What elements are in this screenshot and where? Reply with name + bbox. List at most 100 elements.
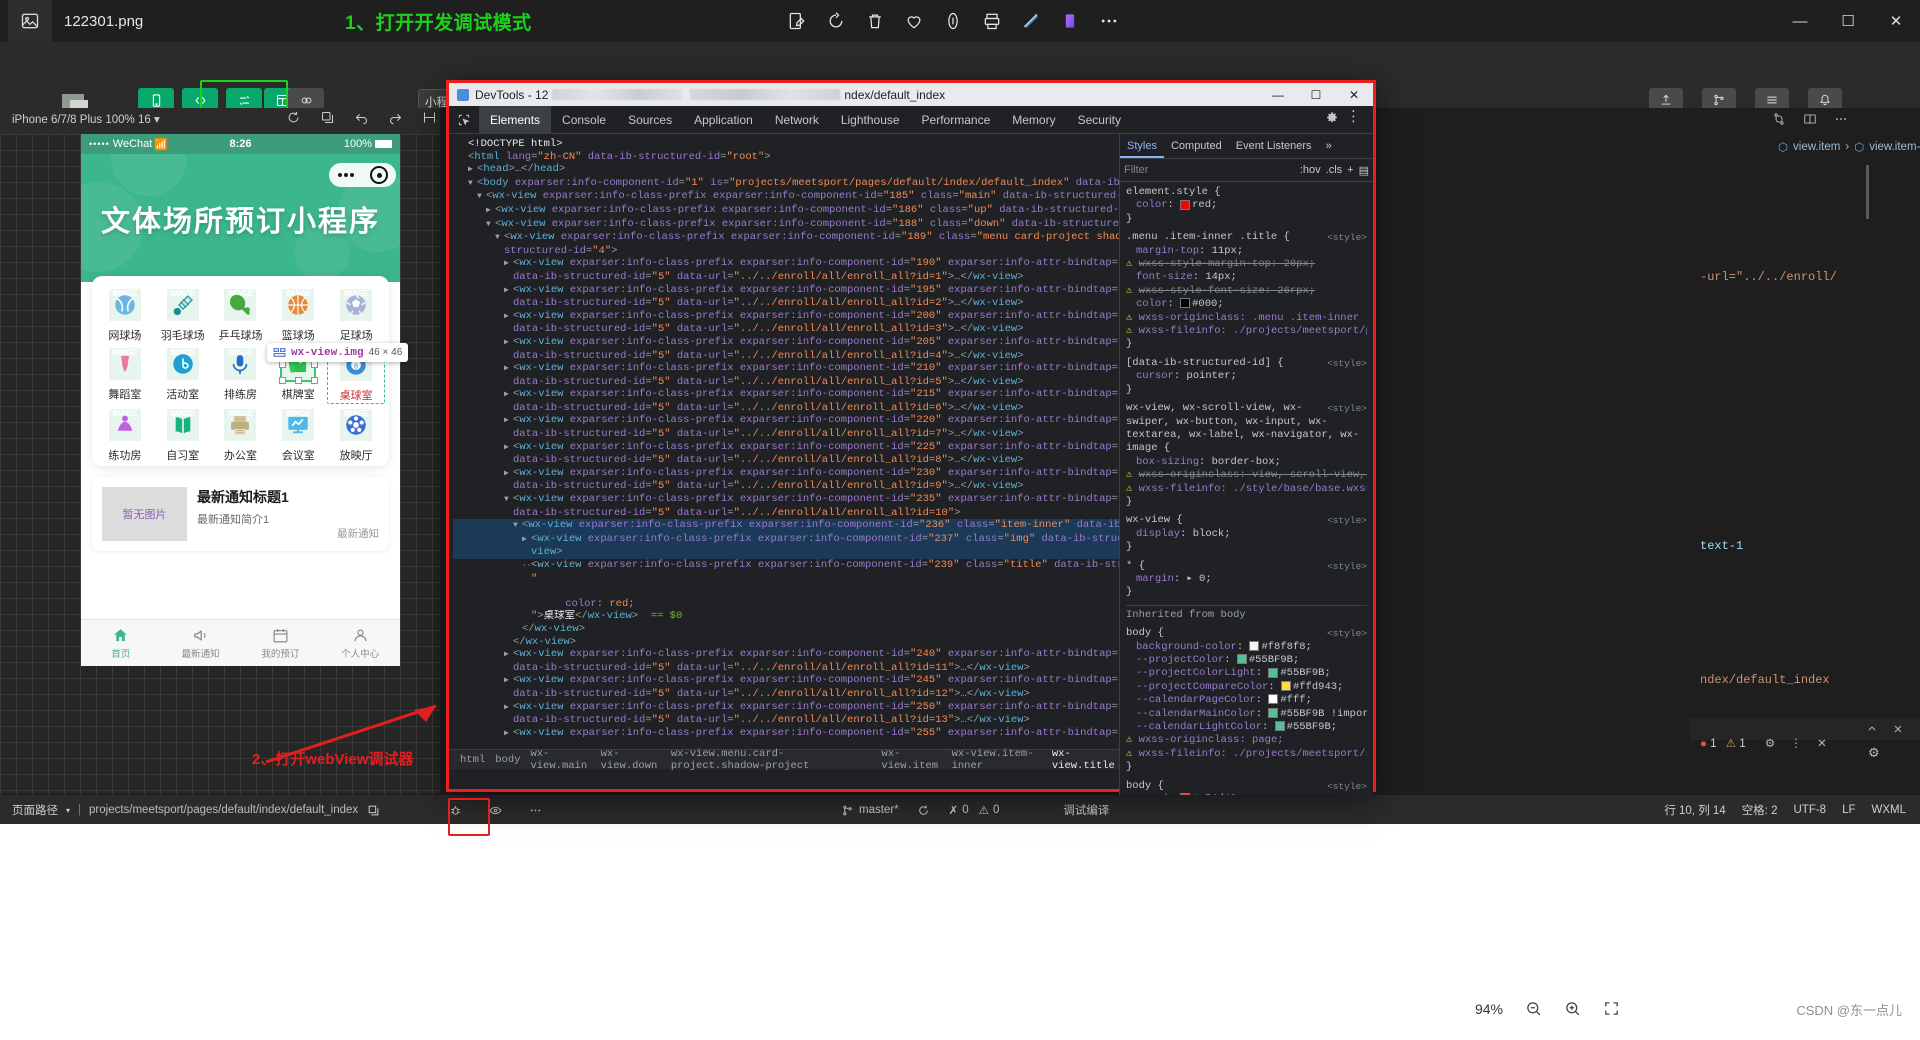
css-selector[interactable]: <style> body { [1126, 627, 1367, 640]
expand-arrow-icon[interactable]: ▶ [504, 311, 513, 324]
css-declaration[interactable]: margin: ▸ 0; [1126, 573, 1367, 586]
css-property[interactable]: font-size [1136, 271, 1193, 283]
color-swatch[interactable] [1280, 681, 1291, 692]
devtools-minimize-button[interactable]: — [1259, 83, 1297, 106]
css-declaration[interactable]: --calendarPageColor: #fff; [1126, 694, 1367, 707]
css-declaration[interactable]: --projectCompareColor: #ffd943; [1126, 681, 1367, 694]
favorite-icon[interactable] [903, 10, 925, 32]
dom-line[interactable]: ▶ <wx-view exparser:info-class-prefix exp… [453, 204, 1122, 218]
dom-line[interactable]: ▶ <wx-view exparser:info-class-prefix exp… [453, 441, 1122, 455]
css-rule[interactable]: Inherited from body [1126, 604, 1367, 622]
dom-line[interactable]: ">桌球室</wx-view> == $0 [453, 610, 1122, 623]
zoom-in-icon[interactable] [1564, 1000, 1581, 1017]
info-icon[interactable] [942, 10, 964, 32]
css-declaration[interactable]: color: #000; [1126, 298, 1367, 311]
css-value[interactable]: #55BF9B !important [1280, 708, 1367, 720]
styles-tab-styles[interactable]: Styles [1120, 134, 1164, 158]
devtools-tab-performance[interactable]: Performance [911, 106, 1002, 134]
css-rule[interactable]: <style> [data-ib-structured-id] {cursor: … [1126, 357, 1367, 397]
color-swatch[interactable] [1236, 654, 1247, 665]
git-branch-label[interactable]: master* [859, 804, 899, 816]
dom-line[interactable]: ▶ <wx-view exparser:info-class-prefix exp… [453, 336, 1122, 350]
expand-arrow-icon[interactable]: ▼ [486, 219, 495, 232]
css-property[interactable]: box-sizing [1136, 456, 1199, 468]
css-rule[interactable]: <style> .menu .item-inner .title {margin-… [1126, 231, 1367, 352]
expand-arrow-icon[interactable]: ▼ [468, 178, 477, 191]
css-source-link[interactable]: <style> [1327, 402, 1367, 415]
devtools-tab-elements[interactable]: Elements [479, 105, 552, 134]
print-icon[interactable] [981, 10, 1003, 32]
css-selector[interactable]: <style> .menu .item-inner .title { [1126, 231, 1367, 244]
more-icon[interactable] [1098, 10, 1120, 32]
css-value[interactable]: pointer [1186, 370, 1230, 382]
encoding-label[interactable]: UTF-8 [1793, 804, 1826, 816]
dom-line[interactable]: ▶ <wx-view exparser:info-class-prefix exp… [453, 701, 1122, 715]
dom-breadcrumb-item[interactable]: wx-view.main [525, 748, 595, 772]
css-declaration[interactable]: --red: #e54d42; [1126, 793, 1367, 795]
editor-code-fragments[interactable]: -url="../../enroll/ text-1 ndex/default_… [1700, 170, 1920, 709]
styles-tab-event-listeners[interactable]: Event Listeners [1229, 134, 1319, 158]
close-mini-program-icon[interactable] [370, 166, 389, 184]
dom-breadcrumb-item[interactable]: wx-view.title [1047, 748, 1122, 772]
css-rule[interactable]: <style>body {--red: #e54d42;--orange: #f… [1126, 780, 1367, 795]
css-property[interactable]: display [1136, 528, 1180, 540]
dom-line[interactable]: ▶ <wx-view exparser:info-class-prefix exp… [453, 414, 1122, 428]
tab-最新通知[interactable]: 最新通知 [161, 620, 241, 666]
css-source-link[interactable]: <style> [1327, 514, 1367, 527]
dom-line[interactable]: ▶ <wx-view exparser:info-class-prefix exp… [453, 310, 1122, 324]
breadcrumb-item-1[interactable]: view.item-inn… [1869, 141, 1920, 153]
css-property[interactable]: color [1136, 199, 1168, 211]
dom-line[interactable]: ▶ <wx-view exparser:info-class-prefix exp… [453, 388, 1122, 402]
css-declaration[interactable]: --projectColorLight: #55BF9B; [1126, 667, 1367, 680]
devtools-tab-application[interactable]: Application [683, 106, 764, 134]
new-style-rule-button[interactable]: + [1347, 164, 1353, 176]
color-swatch[interactable] [1268, 707, 1279, 718]
css-selector[interactable]: <style> body { [1126, 780, 1367, 793]
menu-item-练功房[interactable]: IMAGE 练功房 [96, 406, 154, 463]
dom-line[interactable]: ▶ <wx-view exparser:info-class-prefix exp… [453, 467, 1122, 481]
dom-line[interactable]: ···<wx-view exparser:info-class-prefix e… [453, 559, 1122, 573]
css-declaration[interactable]: font-size: 14px; [1126, 271, 1367, 284]
expand-arrow-icon[interactable]: ▶ [468, 164, 477, 177]
expand-arrow-icon[interactable]: ▶ [504, 389, 513, 402]
dom-line[interactable] [453, 585, 1122, 598]
expand-arrow-icon[interactable]: ▶ [504, 468, 513, 481]
css-source-link[interactable]: <style> [1327, 627, 1367, 640]
editor-breadcrumb[interactable]: ⬡ view.item › ⬡ view.item-inn… [1778, 140, 1920, 154]
dom-line[interactable]: ▶ <wx-view exparser:info-class-prefix exp… [453, 532, 1122, 547]
dom-breadcrumb-item[interactable]: wx-view.item [876, 748, 946, 772]
devtools-tab-network[interactable]: Network [764, 106, 830, 134]
resize-handle[interactable] [311, 361, 319, 368]
css-property[interactable]: margin-top [1136, 245, 1199, 257]
css-selector[interactable]: element.style { [1126, 186, 1367, 199]
dom-line[interactable]: data-ib-structured-id="5" data-url="../.… [453, 271, 1122, 284]
dom-line[interactable]: ▼ <wx-view exparser:info-class-prefix exp… [453, 231, 1122, 245]
devtools-settings-gear-icon[interactable] [1325, 111, 1339, 128]
dom-line[interactable]: ▼ <wx-view exparser:info-class-prefix exp… [453, 519, 1122, 533]
css-value[interactable]: #f8f8f8 [1261, 641, 1305, 653]
chevron-down-icon[interactable]: ▾ [66, 806, 70, 815]
css-declaration[interactable]: --projectColor: #55BF9B; [1126, 654, 1367, 667]
minimize-button[interactable]: — [1776, 0, 1824, 42]
devtools-tab-sources[interactable]: Sources [617, 106, 683, 134]
dom-line[interactable]: data-ib-structured-id="5" data-url="../.… [453, 454, 1122, 467]
css-declaration[interactable]: cursor: pointer; [1126, 370, 1367, 383]
css-property[interactable]: --calendarMainColor [1136, 708, 1256, 720]
css-selector[interactable]: <style> * { [1126, 560, 1367, 573]
menu-item-排练房[interactable]: IMAGE 排练房 [212, 345, 270, 404]
css-source-link[interactable]: <style> [1327, 357, 1367, 370]
device-selector[interactable]: iPhone 6/7/8 Plus 100% 16 ▾ [12, 112, 160, 126]
resize-handle[interactable] [279, 361, 287, 368]
eol-label[interactable]: LF [1842, 804, 1855, 816]
menu-item-放映厅[interactable]: IMAGE 放映厅 [327, 406, 385, 463]
expand-arrow-icon[interactable]: ▼ [504, 494, 513, 507]
css-value[interactable]: #000 [1192, 298, 1217, 310]
tab-我的预订[interactable]: 我的预订 [241, 620, 321, 666]
edit-image-icon[interactable] [786, 10, 808, 32]
delete-icon[interactable] [864, 10, 886, 32]
menu-item-办公室[interactable]: IMAGE 办公室 [212, 406, 270, 463]
color-swatch[interactable] [1180, 199, 1191, 210]
breadcrumb-item-0[interactable]: view.item [1793, 141, 1840, 153]
css-declaration[interactable]: ⚠ wxss-originclass: .menu .item-inner .t… [1126, 312, 1367, 325]
zoom-out-icon[interactable] [1525, 1000, 1542, 1017]
